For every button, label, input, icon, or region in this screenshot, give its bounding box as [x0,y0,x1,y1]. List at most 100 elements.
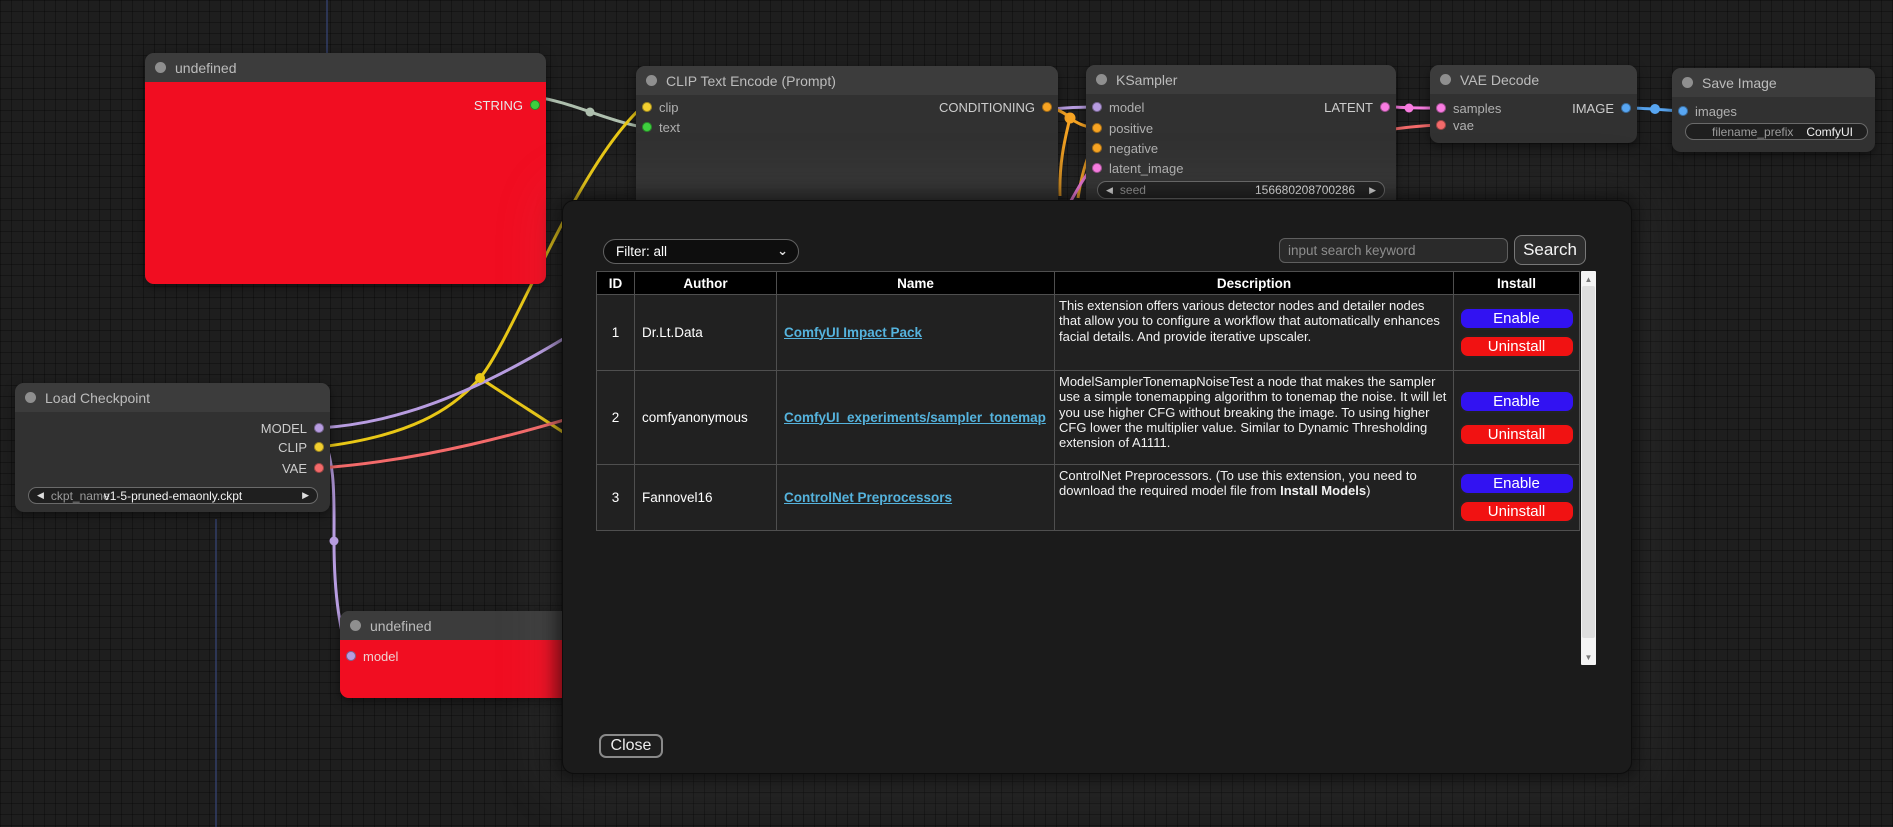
input-label: model [363,649,398,664]
scroll-down-icon[interactable]: ▼ [1581,650,1596,664]
ext-name-link[interactable]: ComfyUI_experiments/sampler_tonemap [784,410,1046,425]
table-row: 3 Fannovel16 ControlNet Preprocessors Co… [597,465,1580,531]
node-vae-decode[interactable]: VAE Decode samples vae IMAGE [1430,65,1637,143]
node-body: STRING [145,82,546,284]
scroll-up-icon[interactable]: ▲ [1581,272,1596,286]
collapse-dot-icon[interactable] [1096,74,1107,85]
node-header[interactable]: Load Checkpoint [15,383,330,412]
output-port-model[interactable] [314,423,324,433]
node-save-image[interactable]: Save Image images filename_prefix ComfyU… [1672,68,1875,152]
input-port-latent-image[interactable] [1092,163,1102,173]
input-port-samples[interactable] [1436,103,1446,113]
widget-label: ckpt_name [51,489,110,503]
node-title: CLIP Text Encode (Prompt) [666,73,836,89]
output-label: MODEL [261,421,307,436]
node-undefined-top[interactable]: undefined STRING [145,53,546,284]
node-title: Save Image [1702,75,1777,91]
header-description: Description [1055,272,1454,295]
enable-button[interactable]: Enable [1459,307,1575,330]
widget-label: seed [1120,183,1146,197]
reroute-dot[interactable] [330,537,339,546]
input-port-model[interactable] [1092,102,1102,112]
header-install: Install [1454,272,1580,295]
node-header[interactable]: undefined [340,611,590,640]
output-port-string[interactable] [530,100,540,110]
collapse-dot-icon[interactable] [155,62,166,73]
search-input[interactable] [1279,238,1508,263]
node-body: images filename_prefix ComfyUI [1672,97,1875,152]
node-header[interactable]: undefined [145,53,546,82]
widget-label: filename_prefix [1712,125,1793,139]
reroute-dot[interactable] [1650,104,1660,114]
wire-conditioning-branch [1060,118,1070,196]
reroute-dot[interactable] [1065,113,1076,124]
ext-name-link[interactable]: ComfyUI Impact Pack [784,325,922,340]
header-author: Author [635,272,777,295]
close-button[interactable]: Close [599,734,663,758]
filter-select[interactable]: Filter: all ⌄ [603,239,799,264]
output-port-image[interactable] [1621,103,1631,113]
filename-prefix-widget[interactable]: filename_prefix ComfyUI [1685,123,1868,140]
scrollbar-thumb[interactable] [1582,286,1595,638]
reroute-dot[interactable] [1405,104,1414,113]
input-port-text[interactable] [642,122,652,132]
header-id: ID [597,272,635,295]
collapse-dot-icon[interactable] [25,392,36,403]
node-title: VAE Decode [1460,72,1539,88]
input-label: negative [1109,141,1158,156]
increment-arrow-icon[interactable]: ▶ [1369,186,1376,195]
node-undefined-bottom[interactable]: undefined model [340,611,590,698]
output-port-vae[interactable] [314,463,324,473]
output-port-conditioning[interactable] [1042,102,1052,112]
prev-arrow-icon[interactable]: ◀ [37,491,44,500]
node-header[interactable]: VAE Decode [1430,65,1637,94]
node-header[interactable]: KSampler [1086,65,1396,94]
install-models-bold: Install Models [1280,483,1366,498]
input-port-clip[interactable] [642,102,652,112]
output-port-latent[interactable] [1380,102,1390,112]
input-port-model[interactable] [346,651,356,661]
collapse-dot-icon[interactable] [350,620,361,631]
reroute-dot[interactable] [586,108,595,117]
extensions-table: ID Author Name Description Install 1 Dr.… [596,271,1580,531]
input-label: images [1695,104,1737,119]
ext-author: comfyanonymous [635,371,777,465]
search-button[interactable]: Search [1514,235,1586,265]
next-arrow-icon[interactable]: ▶ [302,491,309,500]
decrement-arrow-icon[interactable]: ◀ [1106,186,1113,195]
widget-value: ComfyUI [1806,125,1859,139]
output-label: STRING [474,98,523,113]
table-row: 2 comfyanonymous ComfyUI_experiments/sam… [597,371,1580,465]
input-port-negative[interactable] [1092,143,1102,153]
table-scrollbar[interactable]: ▲ ▼ [1581,271,1596,665]
ckpt-name-widget[interactable]: ◀ ckpt_name v1-5-pruned-emaonly.ckpt ▶ [28,487,318,504]
input-label: positive [1109,121,1153,136]
output-port-clip[interactable] [314,442,324,452]
uninstall-button[interactable]: Uninstall [1459,423,1575,446]
ext-id: 3 [597,465,635,531]
input-label: text [659,120,680,135]
input-port-vae[interactable] [1436,120,1446,130]
collapse-dot-icon[interactable] [1440,74,1451,85]
comfyui-canvas[interactable]: undefined STRING CLIP Text Encode (Promp… [0,0,1893,827]
input-port-images[interactable] [1678,106,1688,116]
input-port-positive[interactable] [1092,123,1102,133]
output-label: VAE [282,461,307,476]
chevron-down-icon: ⌄ [777,248,788,255]
ext-name-link[interactable]: ControlNet Preprocessors [784,490,952,505]
node-header[interactable]: CLIP Text Encode (Prompt) [636,66,1058,95]
output-label: LATENT [1324,100,1373,115]
output-label: CONDITIONING [939,100,1035,115]
enable-button[interactable]: Enable [1459,472,1575,495]
enable-button[interactable]: Enable [1459,390,1575,413]
collapse-dot-icon[interactable] [1682,77,1693,88]
reroute-dot[interactable] [475,373,485,383]
ext-id: 2 [597,371,635,465]
uninstall-button[interactable]: Uninstall [1459,500,1575,523]
uninstall-button[interactable]: Uninstall [1459,335,1575,358]
node-title: undefined [370,618,432,634]
seed-widget[interactable]: ◀ seed 156680208700286 ▶ [1097,181,1385,199]
node-header[interactable]: Save Image [1672,68,1875,97]
collapse-dot-icon[interactable] [646,75,657,86]
node-load-checkpoint[interactable]: Load Checkpoint MODEL CLIP VAE ◀ ckpt_na… [15,383,330,512]
